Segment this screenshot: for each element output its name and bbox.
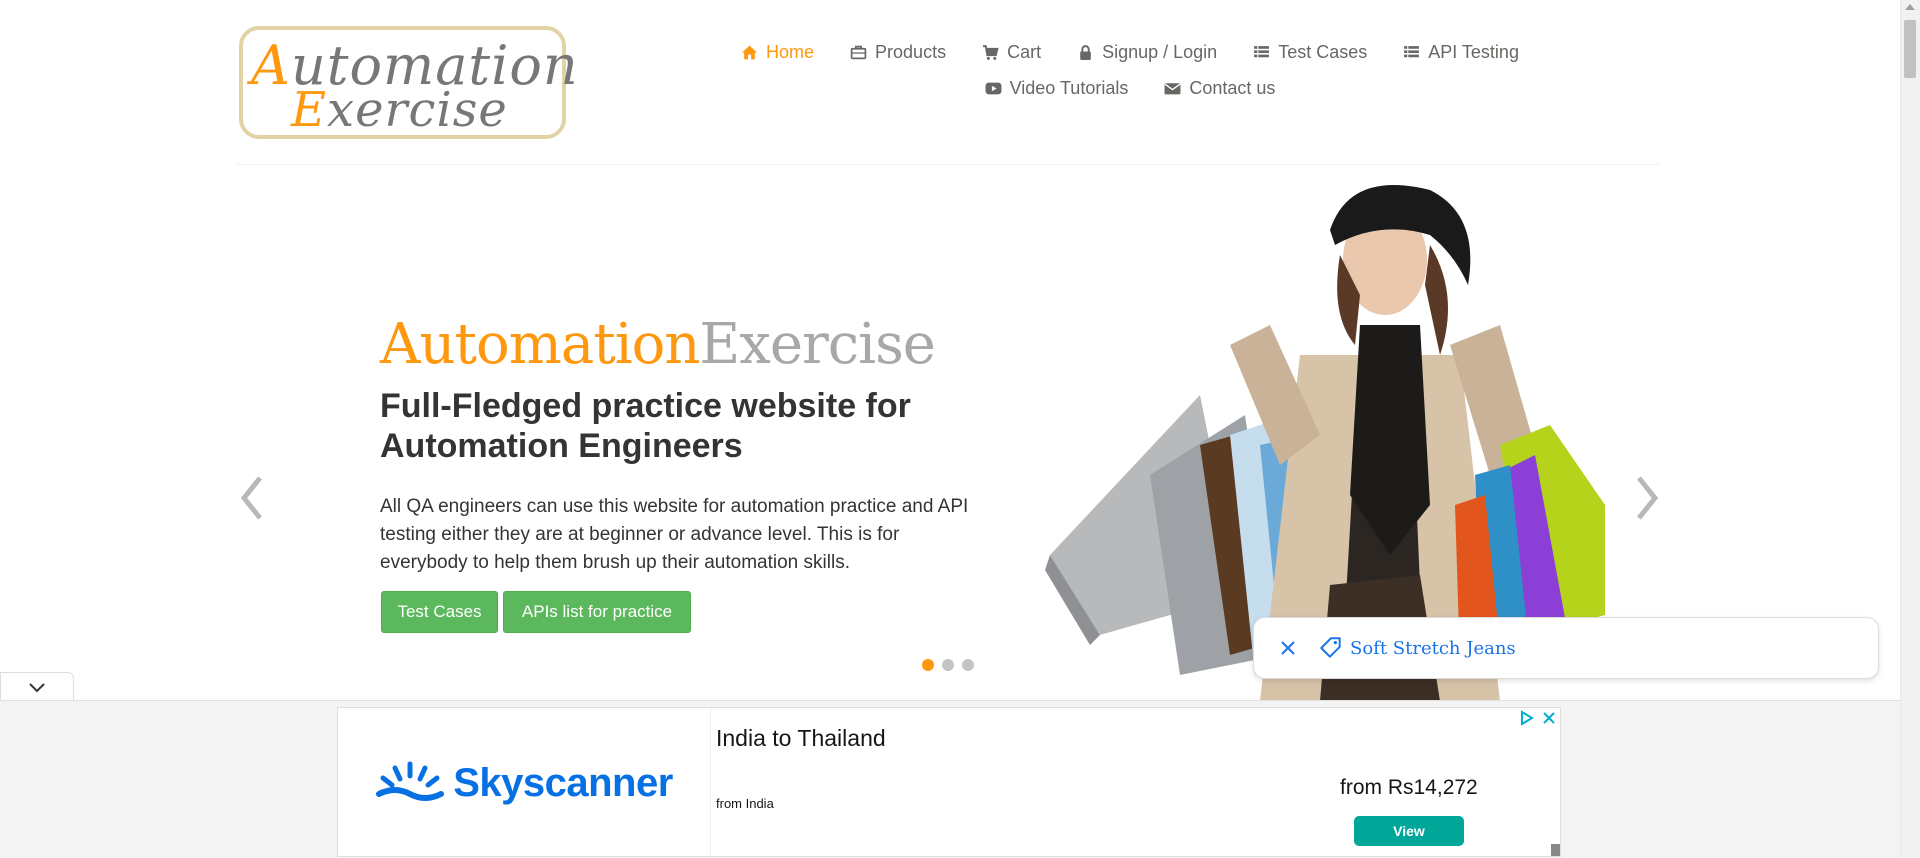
slider-prev-button[interactable] xyxy=(232,470,272,526)
slider-dot-1[interactable] xyxy=(922,659,934,671)
youtube-icon xyxy=(985,82,1002,94)
ad-price: from Rs14,272 xyxy=(1340,776,1478,799)
ad-collapse-button[interactable] xyxy=(0,672,74,703)
header-divider xyxy=(236,164,1660,165)
skyscanner-ad[interactable]: Skyscanner India to Thailand from India … xyxy=(337,707,1561,858)
slider-indicators xyxy=(922,659,974,671)
page-scrollbar[interactable] xyxy=(1900,0,1920,857)
product-search-chip[interactable]: Soft Stretch Jeans xyxy=(1253,617,1879,679)
scroll-up-arrow-icon[interactable] xyxy=(1905,4,1915,10)
site-logo[interactable]: Automation Exercise xyxy=(239,26,578,139)
nav-contact-us-label: Contact us xyxy=(1189,77,1276,98)
nav-row-secondary: Video Tutorials Contact us xyxy=(700,70,1560,106)
chevron-down-icon xyxy=(29,683,45,693)
nav-home-label: Home xyxy=(766,41,815,62)
tag-icon xyxy=(1320,637,1341,658)
nav-row-primary: Home Products Cart Signup / Login Test C… xyxy=(700,34,1560,70)
nav-api-testing[interactable]: API Testing xyxy=(1403,42,1519,63)
list-icon xyxy=(1404,45,1420,57)
nav-test-cases-label: Test Cases xyxy=(1278,41,1368,62)
list-icon xyxy=(1254,45,1270,57)
main-nav: Home Products Cart Signup / Login Test C… xyxy=(700,34,1560,106)
nav-home[interactable]: Home xyxy=(741,42,814,63)
close-icon xyxy=(1281,641,1295,655)
nav-signup-login[interactable]: Signup / Login xyxy=(1077,42,1217,63)
lock-icon xyxy=(1080,44,1091,60)
scrollbar-thumb[interactable] xyxy=(1904,20,1916,78)
ad-view-button[interactable]: View xyxy=(1354,816,1464,846)
nav-signup-login-label: Signup / Login xyxy=(1102,41,1218,62)
chip-text: Soft Stretch Jeans xyxy=(1350,637,1516,659)
apis-list-button[interactable]: APIs list for practice xyxy=(503,591,691,633)
nav-test-cases[interactable]: Test Cases xyxy=(1253,42,1367,63)
brand-title-part1: Automation xyxy=(380,312,700,377)
logo-line2: Exercise xyxy=(291,82,508,138)
ad-brand-name: Skyscanner xyxy=(453,760,673,805)
ad-from-label: from India xyxy=(716,796,774,811)
nav-video-tutorials-label: Video Tutorials xyxy=(1009,77,1129,98)
ad-title: India to Thailand xyxy=(716,725,886,751)
slider-dot-2[interactable] xyxy=(942,659,954,671)
ad-close-icon[interactable] xyxy=(1541,710,1557,726)
nav-products[interactable]: Products xyxy=(850,42,946,63)
nav-cart[interactable]: Cart xyxy=(982,42,1041,63)
slider-brand-title: AutomationExercise xyxy=(380,312,936,377)
chip-close-button[interactable] xyxy=(1274,634,1302,662)
skyscanner-logo-icon xyxy=(376,761,445,801)
home-icon xyxy=(742,45,757,59)
envelope-icon xyxy=(1164,82,1181,94)
cart-icon xyxy=(983,44,999,60)
nav-products-label: Products xyxy=(875,41,947,62)
test-cases-button[interactable]: Test Cases xyxy=(381,591,498,633)
briefcase-icon xyxy=(850,45,867,59)
nav-cart-label: Cart xyxy=(1007,41,1042,62)
adchoices-icon[interactable] xyxy=(1519,710,1535,726)
ad-resize-grip xyxy=(1551,844,1560,856)
slider-headline: Full-Fledged practice website for Automa… xyxy=(380,387,911,465)
nav-api-testing-label: API Testing xyxy=(1428,41,1519,62)
brand-title-part2: Exercise xyxy=(699,312,936,377)
slider-dot-3[interactable] xyxy=(962,659,974,671)
ad-brand-area: Skyscanner xyxy=(338,708,711,858)
slider-description: All QA engineers can use this website fo… xyxy=(380,496,969,573)
nav-video-tutorials[interactable]: Video Tutorials xyxy=(985,77,1129,99)
chevron-left-icon xyxy=(240,476,262,520)
nav-contact-us[interactable]: Contact us xyxy=(1164,78,1275,99)
